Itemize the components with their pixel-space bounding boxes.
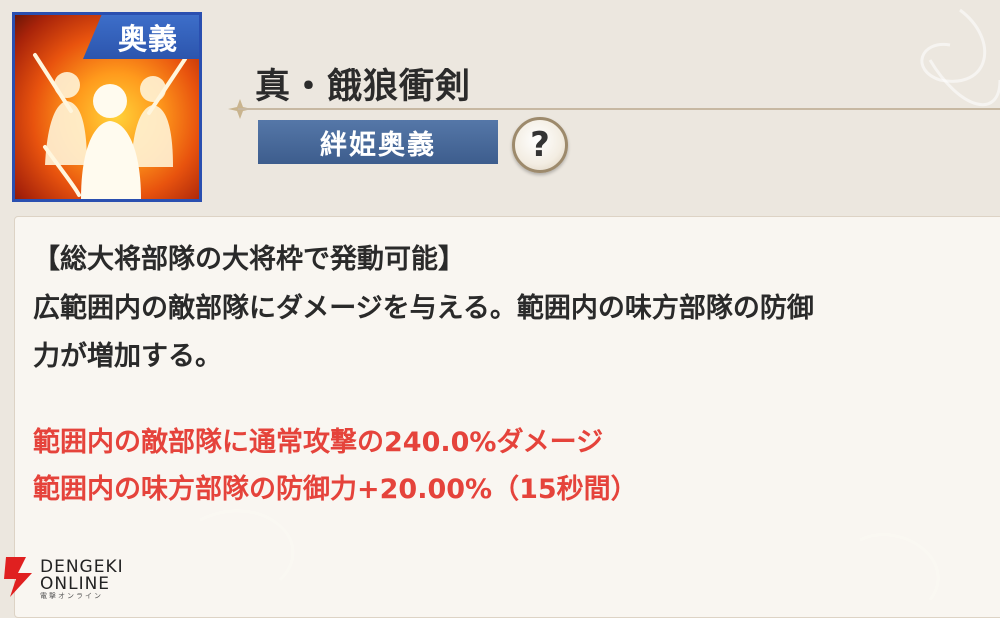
ougi-badge: 奥義: [83, 15, 199, 59]
description-panel: [14, 216, 1000, 618]
effect-defense: 範囲内の味方部隊の防御力+20.00%（15秒間）: [33, 474, 638, 505]
skill-name: 真・餓狼衝剣: [255, 66, 472, 107]
help-button[interactable]: ?: [512, 117, 568, 173]
dengeki-logo-icon: [4, 557, 32, 597]
description-line: 力が増加する。: [33, 341, 222, 372]
description-condition: 【総大将部隊の大将枠で発動可能】: [33, 244, 465, 275]
title-divider: [238, 108, 1000, 110]
effect-damage: 範囲内の敵部隊に通常攻撃の240.0%ダメージ: [33, 427, 604, 458]
description-line: 広範囲内の敵部隊にダメージを与える。範囲内の味方部隊の防御: [33, 293, 814, 324]
skill-icon: 奥義: [12, 12, 202, 202]
skill-type-tag: 絆姫奥義: [258, 120, 498, 164]
